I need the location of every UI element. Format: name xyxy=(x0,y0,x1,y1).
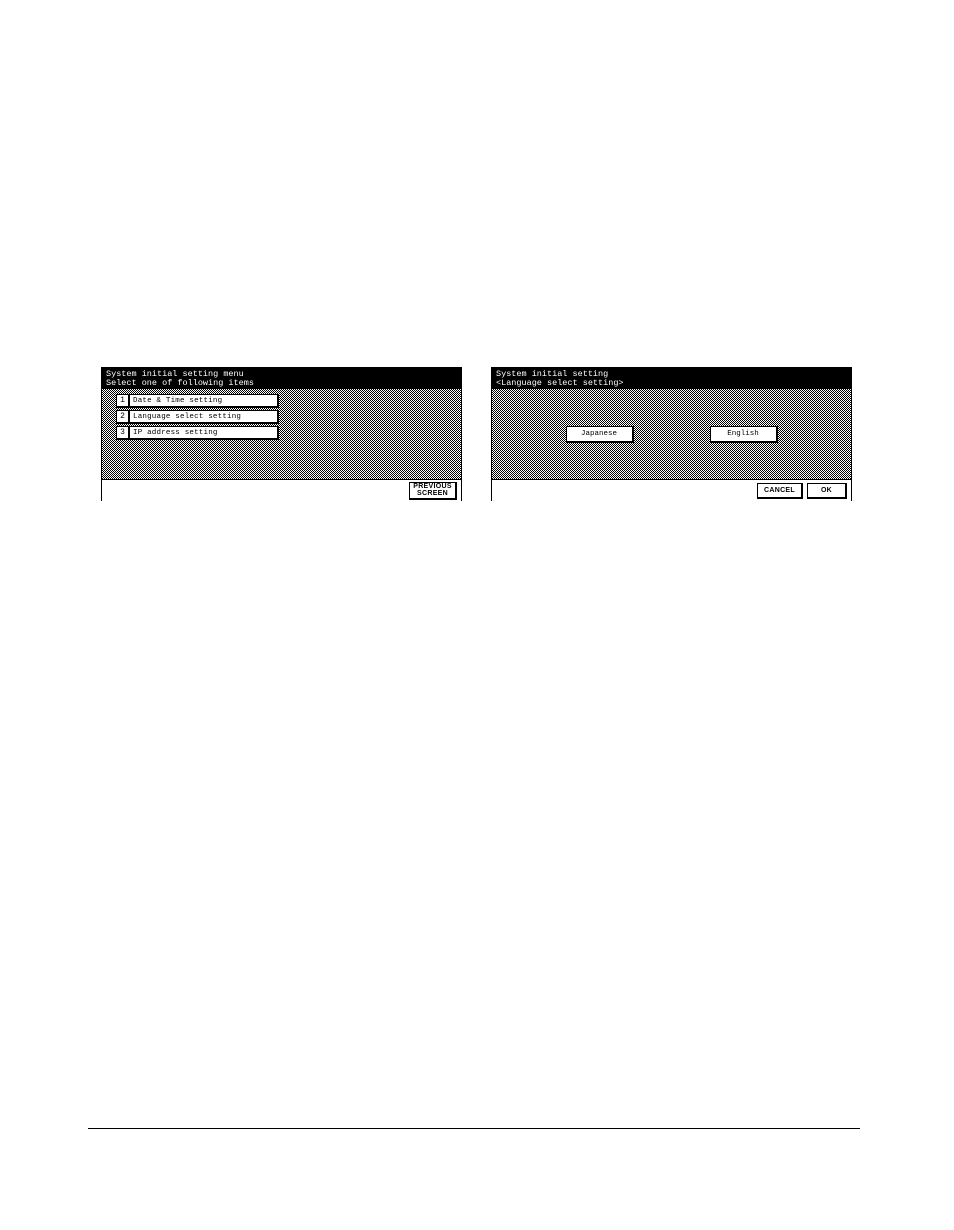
language-options-body: Japanese English xyxy=(492,389,851,479)
language-select-setting-panel: System initial setting <Language select … xyxy=(491,367,852,501)
previous-screen-button[interactable]: PREVIOUS SCREEN xyxy=(409,482,457,500)
panel-titlebar: System initial setting <Language select … xyxy=(492,368,851,389)
menu-item-number: 1 xyxy=(116,394,130,408)
option-label: Japanese xyxy=(581,430,617,438)
menu-item-number: 2 xyxy=(116,410,130,424)
panel-title-line2: <Language select setting> xyxy=(496,379,847,388)
menu-item-language-select[interactable]: 2 Language select setting xyxy=(116,410,279,424)
cancel-button[interactable]: CANCEL xyxy=(757,483,803,499)
menu-item-ip-address[interactable]: 3 IP address setting xyxy=(116,426,279,440)
page-bottom-rule xyxy=(88,1128,860,1129)
button-label: CANCEL xyxy=(764,487,795,494)
option-label: English xyxy=(727,430,759,438)
panel-title-line2: Select one of following items xyxy=(106,379,457,388)
menu-item-label: Date & Time setting xyxy=(133,397,222,405)
menu-body: 1 Date & Time setting 2 Language select … xyxy=(102,389,461,479)
menu-item-label: Language select setting xyxy=(133,413,241,421)
panel-footer: CANCEL OK xyxy=(492,479,851,501)
menu-item-date-time[interactable]: 1 Date & Time setting xyxy=(116,394,279,408)
button-label: OK xyxy=(821,487,832,494)
ok-button[interactable]: OK xyxy=(807,483,847,499)
system-initial-setting-menu-panel: System initial setting menu Select one o… xyxy=(101,367,462,501)
panel-titlebar: System initial setting menu Select one o… xyxy=(102,368,461,389)
panel-footer: PREVIOUS SCREEN xyxy=(102,479,461,501)
menu-item-label: IP address setting xyxy=(133,429,218,437)
language-option-english-button[interactable]: English xyxy=(710,426,778,443)
menu-item-number: 3 xyxy=(116,426,130,440)
language-option-japanese-button[interactable]: Japanese xyxy=(566,426,634,443)
